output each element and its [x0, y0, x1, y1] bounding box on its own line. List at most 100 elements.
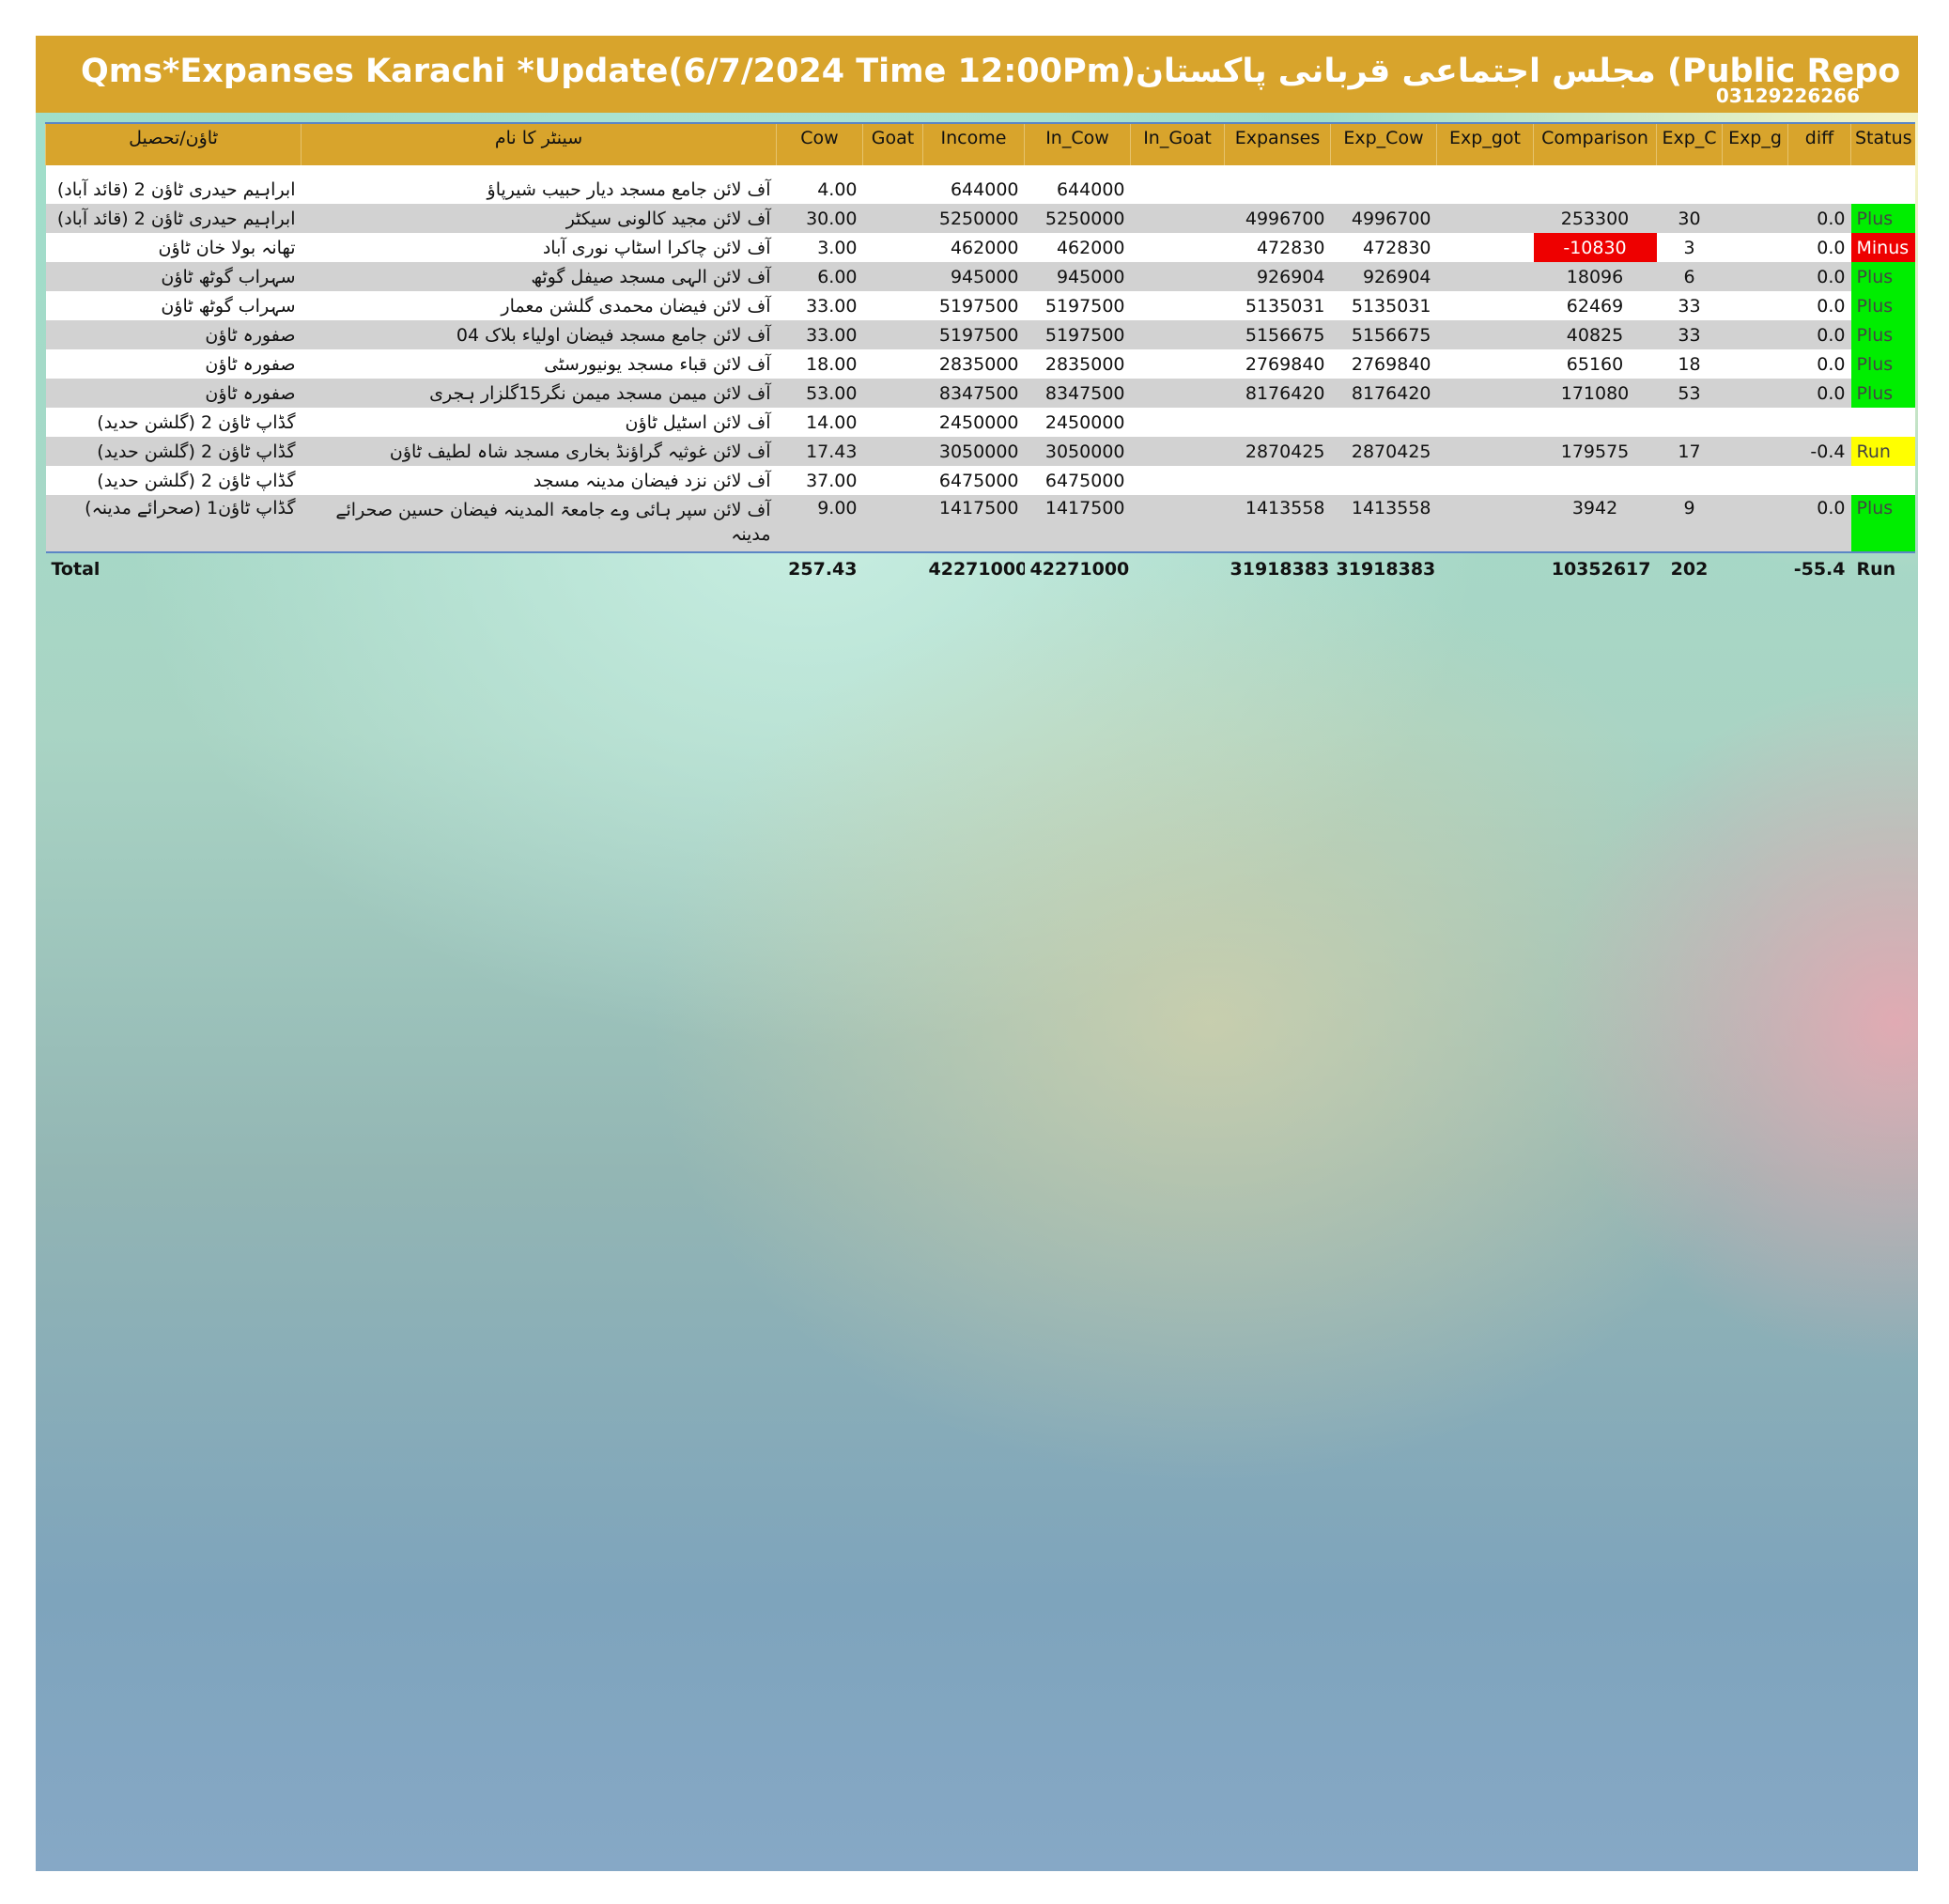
cell-in-goat — [1130, 349, 1225, 379]
cell-income: 3050000 — [922, 437, 1025, 466]
cell-in-goat — [1130, 379, 1225, 408]
report-table: ٹاؤن/تحصیل سینٹر کا نام Cow Goat Income … — [45, 122, 1915, 585]
cell-in-cow: 8347500 — [1024, 379, 1131, 408]
cell-exp-c: 33 — [1656, 320, 1723, 349]
cell-center: آف لائن سپر ہائی وے جامعۃ المدینہ فیضان … — [301, 495, 777, 553]
cell-income: 644000 — [922, 175, 1025, 204]
cell-exp-g — [1722, 291, 1788, 320]
col-header-in-cow: In_Cow — [1024, 122, 1131, 165]
cell-cow: 14.00 — [776, 408, 863, 437]
table-row: گڈاپ ٹاؤن 2 (گلشن حدید) آف لائن اسٹیل ٹا… — [45, 408, 1915, 437]
cell-cow: 9.00 — [776, 495, 863, 553]
total-diff: -55.4 — [1793, 559, 1846, 580]
cell-town: گڈاپ ٹاؤن1 (صحرائے مدینہ) — [45, 495, 302, 553]
cell-income: 945000 — [922, 262, 1025, 291]
report-canvas: Qms*Expanses Karachi *Update(6/7/2024 Ti… — [36, 36, 1918, 1871]
cell-center: آف لائن جامع مسجد دیار حبیب شیرپاؤ — [301, 175, 777, 204]
cell-in-cow: 1417500 — [1024, 495, 1131, 553]
table-row: ابراہیم حیدری ٹاؤن 2 (قائد آباد) آف لائن… — [45, 175, 1915, 204]
cell-goat — [862, 379, 923, 408]
cell-exp-g — [1722, 262, 1788, 291]
cell-expanses: 472830 — [1224, 233, 1331, 262]
cell-comparison — [1533, 466, 1657, 495]
cell-exp-got — [1436, 437, 1534, 466]
cell-status — [1850, 175, 1915, 204]
contact-phone: 03129226266 — [1715, 85, 1860, 107]
cell-income: 5197500 — [922, 320, 1025, 349]
cell-status: Plus — [1850, 262, 1915, 291]
cell-exp-got — [1436, 495, 1534, 553]
total-status: Run — [1856, 559, 1896, 580]
cell-exp-got — [1436, 204, 1534, 233]
col-header-status: Status — [1850, 122, 1915, 165]
cell-goat — [862, 466, 923, 495]
cell-in-cow: 5250000 — [1024, 204, 1131, 233]
cell-in-goat — [1130, 437, 1225, 466]
cell-town: صفورہ ٹاؤن — [45, 320, 302, 349]
cell-exp-c: 30 — [1656, 204, 1723, 233]
total-row: Total 257.43 42271000 42271000 31918383 … — [46, 552, 1915, 585]
cell-exp-c — [1656, 466, 1723, 495]
col-header-exp-g: Exp_g — [1722, 122, 1788, 165]
cell-diff — [1787, 466, 1851, 495]
cell-exp-g — [1722, 437, 1788, 466]
cell-diff: 0.0 — [1787, 262, 1851, 291]
cell-cow: 33.00 — [776, 291, 863, 320]
header-spacer — [45, 165, 1915, 175]
cell-comparison: 40825 — [1533, 320, 1657, 349]
cell-status: Plus — [1850, 349, 1915, 379]
cell-income: 462000 — [922, 233, 1025, 262]
title-bar: Qms*Expanses Karachi *Update(6/7/2024 Ti… — [36, 36, 1918, 113]
cell-status: Plus — [1850, 320, 1915, 349]
cell-exp-got — [1436, 466, 1534, 495]
cell-in-cow: 2450000 — [1024, 408, 1131, 437]
cell-diff: 0.0 — [1787, 291, 1851, 320]
cell-expanses: 2870425 — [1224, 437, 1331, 466]
col-header-exp-cow: Exp_Cow — [1330, 122, 1437, 165]
total-center-empty — [302, 552, 777, 585]
cell-center: آف لائن نزد فیضان مدینہ مسجد — [301, 466, 777, 495]
cell-exp-cow — [1330, 408, 1437, 437]
cell-town: سہراب گوٹھ ٹاؤن — [45, 262, 302, 291]
table-row: سہراب گوٹھ ٹاؤن آف لائن الہی مسجد صیفل گ… — [45, 262, 1915, 291]
cell-center: آف لائن مجید کالونی سیکٹر — [301, 204, 777, 233]
cell-exp-c — [1656, 175, 1723, 204]
cell-status: Plus — [1850, 495, 1915, 553]
cell-exp-g — [1722, 495, 1788, 553]
col-header-exp-got: Exp_got — [1436, 122, 1534, 165]
cell-diff: 0.0 — [1787, 233, 1851, 262]
cell-in-goat — [1130, 175, 1225, 204]
total-expanses: 31918383 — [1230, 559, 1330, 580]
cell-status: Plus — [1850, 204, 1915, 233]
cell-goat — [862, 233, 923, 262]
cell-expanses — [1224, 408, 1331, 437]
cell-income: 6475000 — [922, 466, 1025, 495]
cell-center: آف لائن قباء مسجد یونیورسٹی — [301, 349, 777, 379]
total-cow: 257.43 — [788, 559, 858, 580]
cell-expanses: 926904 — [1224, 262, 1331, 291]
cell-exp-cow: 5135031 — [1330, 291, 1437, 320]
cell-cow: 6.00 — [776, 262, 863, 291]
cell-diff: 0.0 — [1787, 495, 1851, 553]
report-title: Qms*Expanses Karachi *Update(6/7/2024 Ti… — [81, 53, 1903, 90]
table-row: صفورہ ٹاؤن آف لائن میمن مسجد میمن نگر15گ… — [45, 379, 1915, 408]
cell-goat — [862, 495, 923, 553]
cell-goat — [862, 291, 923, 320]
cell-income: 5197500 — [922, 291, 1025, 320]
cell-town: ابراہیم حیدری ٹاؤن 2 (قائد آباد) — [45, 175, 302, 204]
cell-center: آف لائن فیضان محمدی گلشن معمار — [301, 291, 777, 320]
cell-exp-cow: 2769840 — [1330, 349, 1437, 379]
cell-comparison: 62469 — [1533, 291, 1657, 320]
cell-exp-got — [1436, 320, 1534, 349]
table-row: گڈاپ ٹاؤن 2 (گلشن حدید) آف لائن غوثیہ گر… — [45, 437, 1915, 466]
cell-exp-c: 33 — [1656, 291, 1723, 320]
cell-center: آف لائن چاکرا اسٹاپ نوری آباد — [301, 233, 777, 262]
cell-exp-c: 3 — [1656, 233, 1723, 262]
cell-status: Plus — [1850, 379, 1915, 408]
cell-exp-cow — [1330, 466, 1437, 495]
cell-center: آف لائن غوثیہ گراؤنڈ بخاری مسجد شاہ لطیف… — [301, 437, 777, 466]
cell-expanses: 5135031 — [1224, 291, 1331, 320]
cell-goat — [862, 349, 923, 379]
cell-goat — [862, 437, 923, 466]
cell-town: ابراہیم حیدری ٹاؤن 2 (قائد آباد) — [45, 204, 302, 233]
